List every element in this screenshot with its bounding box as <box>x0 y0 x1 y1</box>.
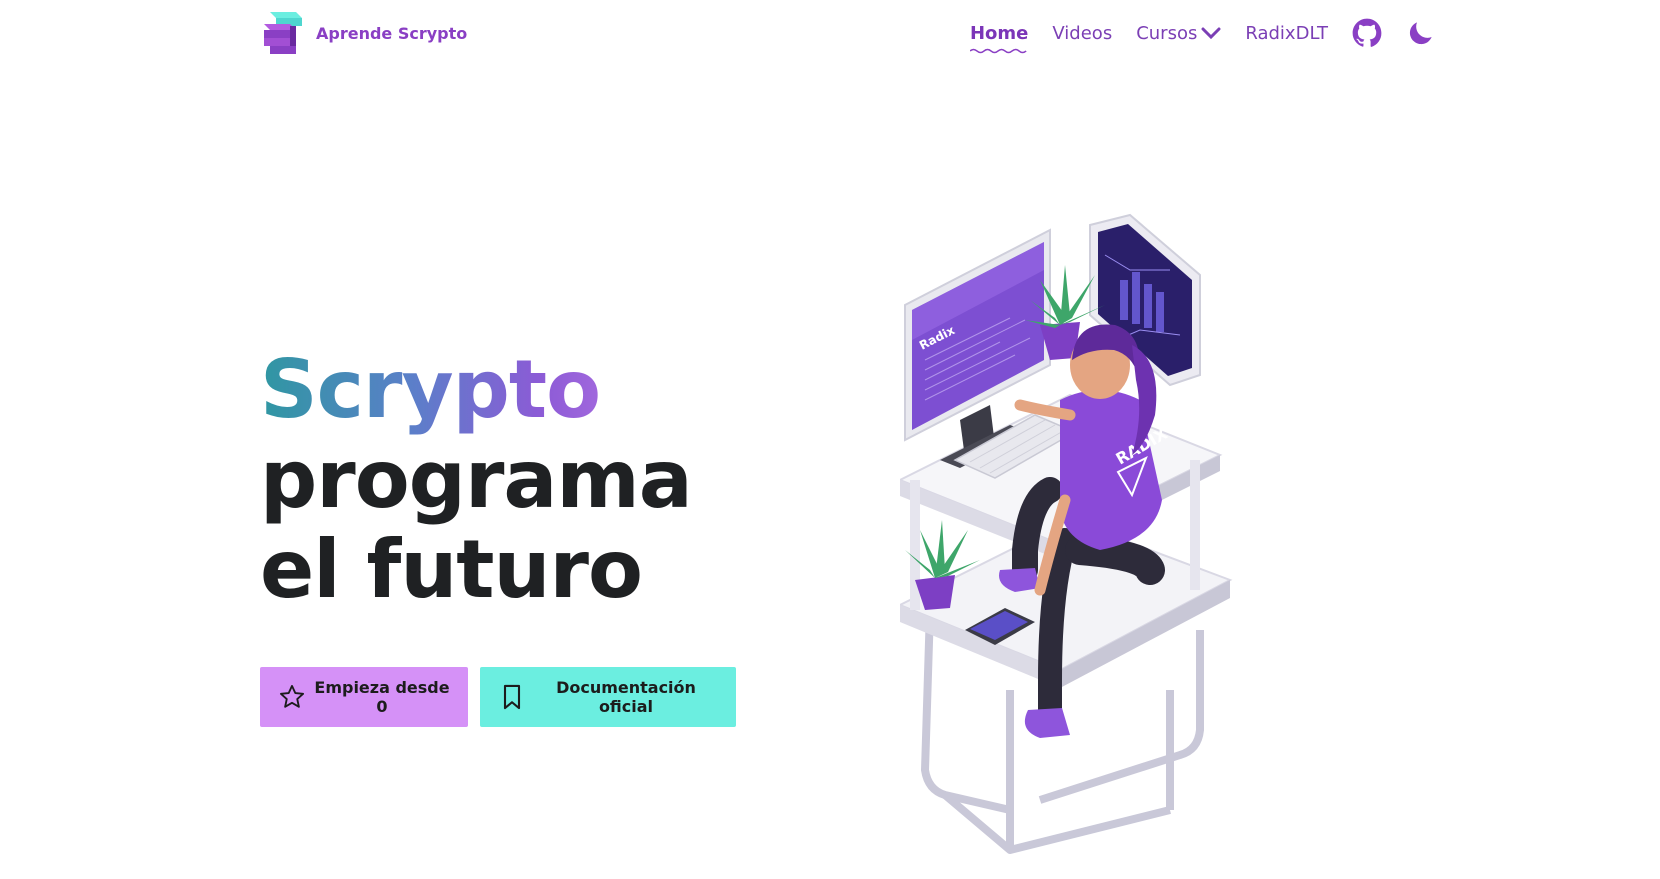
star-icon <box>279 684 305 708</box>
hero-title: Scrypto programa el futuro <box>260 345 693 616</box>
main-nav: Home Videos Cursos RadixDLT <box>969 18 1436 53</box>
hero-title-line-1: programa <box>260 433 693 526</box>
nav-item-radixdlt[interactable]: RadixDLT <box>1245 23 1328 44</box>
person: RADIX <box>999 324 1171 738</box>
button-label: Documentación oficial <box>556 678 696 716</box>
nav-item-cursos[interactable]: Cursos <box>1136 23 1221 44</box>
nav-item-label: Videos <box>1052 22 1113 44</box>
bookmark-icon <box>503 684 521 710</box>
nav-item-home[interactable]: Home <box>969 22 1029 53</box>
scrypto-logo-icon <box>264 12 302 54</box>
hero-illustration: Radix RADIX <box>900 213 1233 854</box>
hero-actions: Empieza desde 0 Documentación oficial <box>260 667 736 727</box>
hero-title-brand: Scrypto <box>260 345 692 435</box>
active-underline <box>969 48 1027 53</box>
nav-item-label: Cursos <box>1136 22 1198 44</box>
button-label: Empieza desde 0 <box>314 678 450 716</box>
brand-name: Aprende Scrypto <box>316 23 468 43</box>
hero-title-line-2: el futuro <box>260 523 643 616</box>
chevron-down-icon <box>1201 27 1221 40</box>
nav-item-videos[interactable]: Videos <box>1052 23 1112 44</box>
nav-item-label: Home <box>969 22 1029 44</box>
moon-icon[interactable] <box>1406 18 1436 48</box>
github-icon[interactable] <box>1352 18 1382 48</box>
nav-item-label: RadixDLT <box>1245 22 1328 44</box>
start-from-zero-button[interactable]: Empieza desde 0 <box>260 667 468 727</box>
brand-link[interactable]: Aprende Scrypto <box>262 10 467 56</box>
navbar: Aprende Scrypto Home Videos Cursos Radix… <box>0 0 1660 66</box>
official-docs-button[interactable]: Documentación oficial <box>480 667 736 727</box>
